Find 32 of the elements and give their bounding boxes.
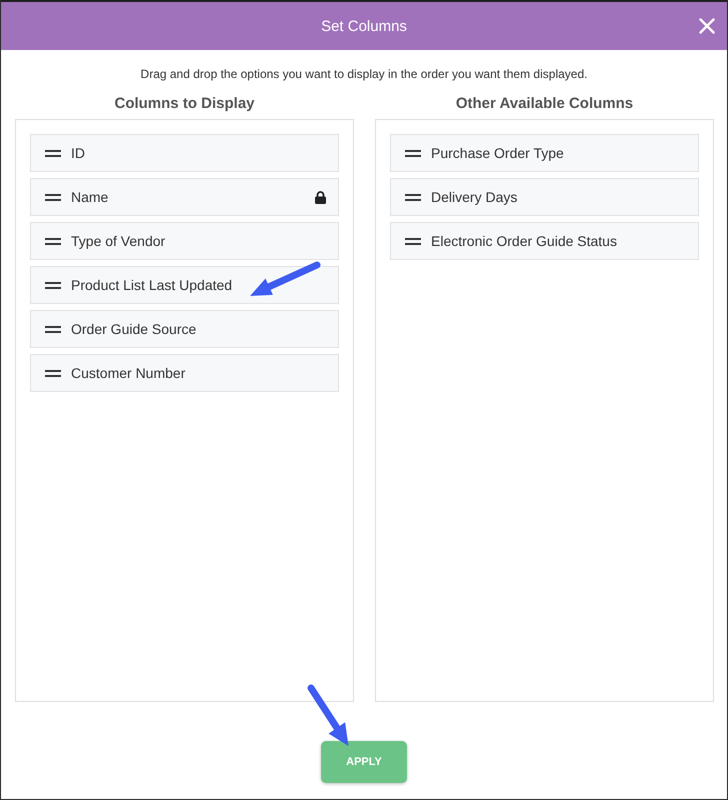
column-option-label: Product List Last Updated xyxy=(71,277,232,293)
column-option[interactable]: Name xyxy=(30,178,339,216)
drag-handle-icon[interactable] xyxy=(405,150,421,156)
column-option-label: Customer Number xyxy=(71,365,186,381)
drag-handle-icon[interactable] xyxy=(45,370,61,376)
drag-handle-icon[interactable] xyxy=(45,150,61,156)
column-list-heading: Columns to Display xyxy=(114,94,255,114)
drag-handle-icon[interactable] xyxy=(405,194,421,200)
column-option[interactable]: Product List Last Updated xyxy=(30,266,339,304)
drag-handle-icon[interactable] xyxy=(405,238,421,244)
column-option-label: Electronic Order Guide Status xyxy=(431,233,617,249)
column-list-heading: Other Available Columns xyxy=(456,94,634,114)
column-option[interactable]: Type of Vendor xyxy=(30,222,339,260)
dialog-title: Set Columns xyxy=(321,18,407,34)
close-icon[interactable] xyxy=(699,18,715,34)
column-option[interactable]: Order Guide Source xyxy=(30,310,339,348)
drag-handle-icon[interactable] xyxy=(45,238,61,244)
column-option-label: ID xyxy=(71,145,85,161)
column-option[interactable]: Delivery Days xyxy=(390,178,699,216)
drag-handle-icon[interactable] xyxy=(45,282,61,288)
column-option[interactable]: ID xyxy=(30,134,339,172)
drag-handle-icon[interactable] xyxy=(45,194,61,200)
column-option-label: Order Guide Source xyxy=(71,321,196,337)
column-option-label: Type of Vendor xyxy=(71,233,166,249)
column-option-label: Name xyxy=(71,189,108,205)
drag-handle-icon[interactable] xyxy=(45,326,61,332)
column-option-label: Delivery Days xyxy=(431,189,518,205)
column-option[interactable]: Customer Number xyxy=(30,354,339,392)
column-option[interactable]: Purchase Order Type xyxy=(390,134,699,172)
column-option[interactable]: Electronic Order Guide Status xyxy=(390,222,699,260)
instruction-text: Drag and drop the options you want to display in the order you want them displayed. xyxy=(140,66,588,82)
column-option-label: Purchase Order Type xyxy=(431,145,564,161)
